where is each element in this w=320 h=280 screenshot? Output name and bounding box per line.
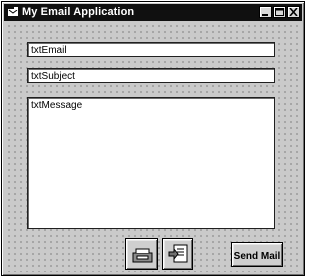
attach-button[interactable] [125, 238, 158, 270]
app-icon [8, 7, 18, 16]
window-title: My Email Application [22, 6, 135, 18]
email-field[interactable]: txtEmail [27, 42, 275, 57]
minimize-button[interactable] [259, 6, 272, 18]
subject-field[interactable]: txtSubject [27, 68, 275, 83]
close-button[interactable] [287, 6, 300, 18]
maximize-button[interactable] [273, 6, 286, 18]
minimize-icon [262, 14, 268, 16]
form-client-area: txtEmail txtSubject txtMessage Send Mail [5, 22, 301, 272]
send-mail-label: Send Mail [233, 251, 281, 262]
message-textarea[interactable]: txtMessage [27, 97, 275, 229]
app-window: My Email Application txtEmail txtSubject… [1, 1, 305, 276]
mail-tray-icon [132, 248, 153, 263]
maximize-icon [275, 8, 284, 16]
title-bar[interactable]: My Email Application [4, 4, 302, 21]
send-mail-button[interactable]: Send Mail [231, 242, 283, 267]
close-icon [289, 8, 298, 16]
address-book-icon [168, 244, 188, 263]
address-book-button[interactable] [162, 238, 193, 270]
